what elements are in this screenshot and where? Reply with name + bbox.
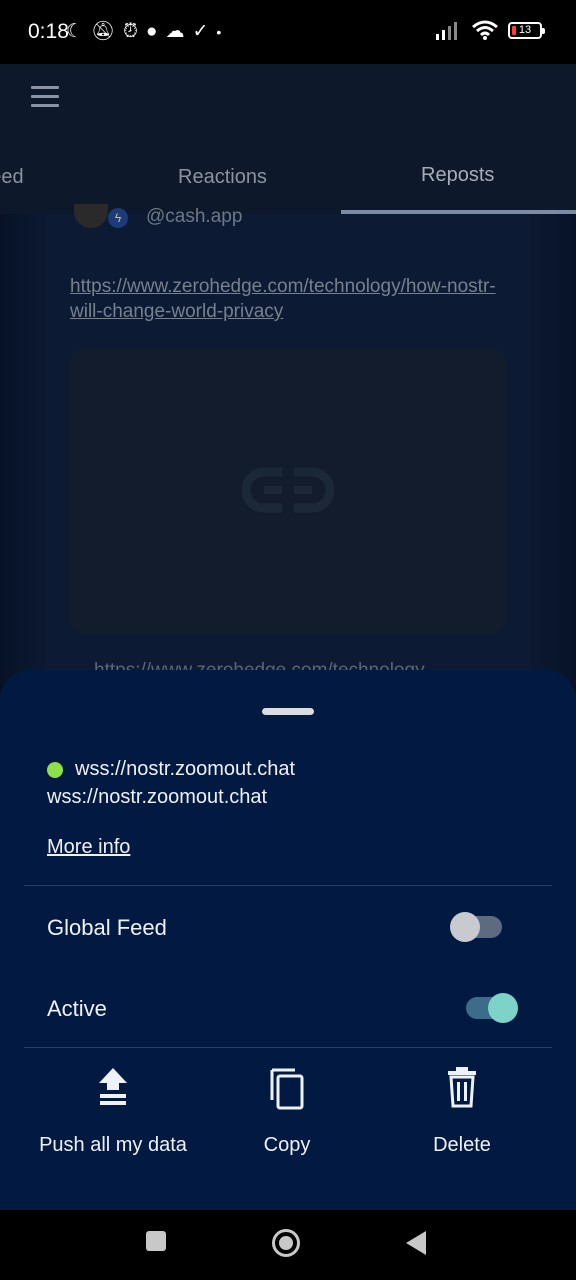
active-label: Active <box>47 996 107 1021</box>
dot-icon: • <box>216 24 222 40</box>
status-dot-icon <box>47 761 63 778</box>
lightning-icon: ϟ <box>108 208 128 228</box>
avatar[interactable] <box>74 204 108 228</box>
home-icon[interactable] <box>271 1228 301 1258</box>
relay-url: wss://nostr.zoomout.chat <box>75 758 296 780</box>
global-feed-label: Global Feed <box>47 915 167 940</box>
status-time: 0:18 <box>28 20 69 43</box>
copy-icon <box>270 1068 304 1110</box>
signal-icon <box>436 22 457 40</box>
menu-icon[interactable] <box>31 86 59 108</box>
toggle-knob <box>450 912 480 942</box>
chat-icon: ● <box>146 21 158 42</box>
relay-header: wss://nostr.zoomout.chat <box>47 758 295 781</box>
link-icon <box>242 466 334 514</box>
push-data-button[interactable]: Push all my data <box>18 1066 208 1157</box>
cloud-icon: ☁ <box>165 21 185 42</box>
push-data-label: Push all my data <box>39 1134 187 1156</box>
status-icons: ☾ 🔕︎ ⏰︎ ● ☁ ✓ • <box>66 20 221 44</box>
copy-button[interactable]: Copy <box>192 1066 382 1157</box>
relay-subtitle: wss://nostr.zoomout.chat <box>47 786 268 808</box>
delete-button[interactable]: Delete <box>367 1066 557 1157</box>
back-icon[interactable] <box>404 1230 428 1256</box>
tab-reposts[interactable]: Reposts <box>421 164 494 187</box>
active-toggle[interactable] <box>466 993 518 1023</box>
global-feed-toggle[interactable] <box>450 912 502 942</box>
system-nav-bar <box>0 1210 576 1280</box>
trash-icon <box>448 1067 476 1108</box>
alarm-icon: ⏰︎ <box>123 21 138 42</box>
divider <box>24 1047 552 1048</box>
status-right: 13 <box>436 20 545 40</box>
top-app-bar <box>0 64 576 150</box>
copy-label: Copy <box>263 1134 311 1156</box>
battery-icon: 13 <box>508 21 545 39</box>
wifi-icon <box>472 20 498 40</box>
tab-reactions[interactable]: Reactions <box>178 166 267 189</box>
toggle-knob <box>488 993 518 1023</box>
link-preview[interactable] <box>70 348 506 634</box>
battery-level: 13 <box>518 24 532 36</box>
alarm-off-icon: 🔕︎ <box>91 21 116 42</box>
delete-label: Delete <box>433 1134 491 1156</box>
check-icon: ✓ <box>192 21 209 42</box>
status-bar: 0:18 ☾ 🔕︎ ⏰︎ ● ☁ ✓ • 13 <box>0 0 576 64</box>
tab-feed[interactable]: Feed <box>0 166 24 189</box>
moon-icon: ☾ <box>66 21 84 42</box>
drag-handle[interactable] <box>262 708 314 715</box>
note-link[interactable]: https://www.zerohedge.com/technology/how… <box>70 274 500 324</box>
more-info-link[interactable]: More info <box>47 836 130 859</box>
divider <box>24 885 552 886</box>
relay-bottom-sheet: wss://nostr.zoomout.chat wss://nostr.zoo… <box>0 670 576 1210</box>
author-handle[interactable]: @cash.app <box>146 206 242 228</box>
recent-apps-icon[interactable] <box>145 1230 167 1252</box>
upload-icon <box>99 1068 127 1105</box>
note-card[interactable]: ϟ @cash.app https://www.zerohedge.com/te… <box>46 204 530 681</box>
